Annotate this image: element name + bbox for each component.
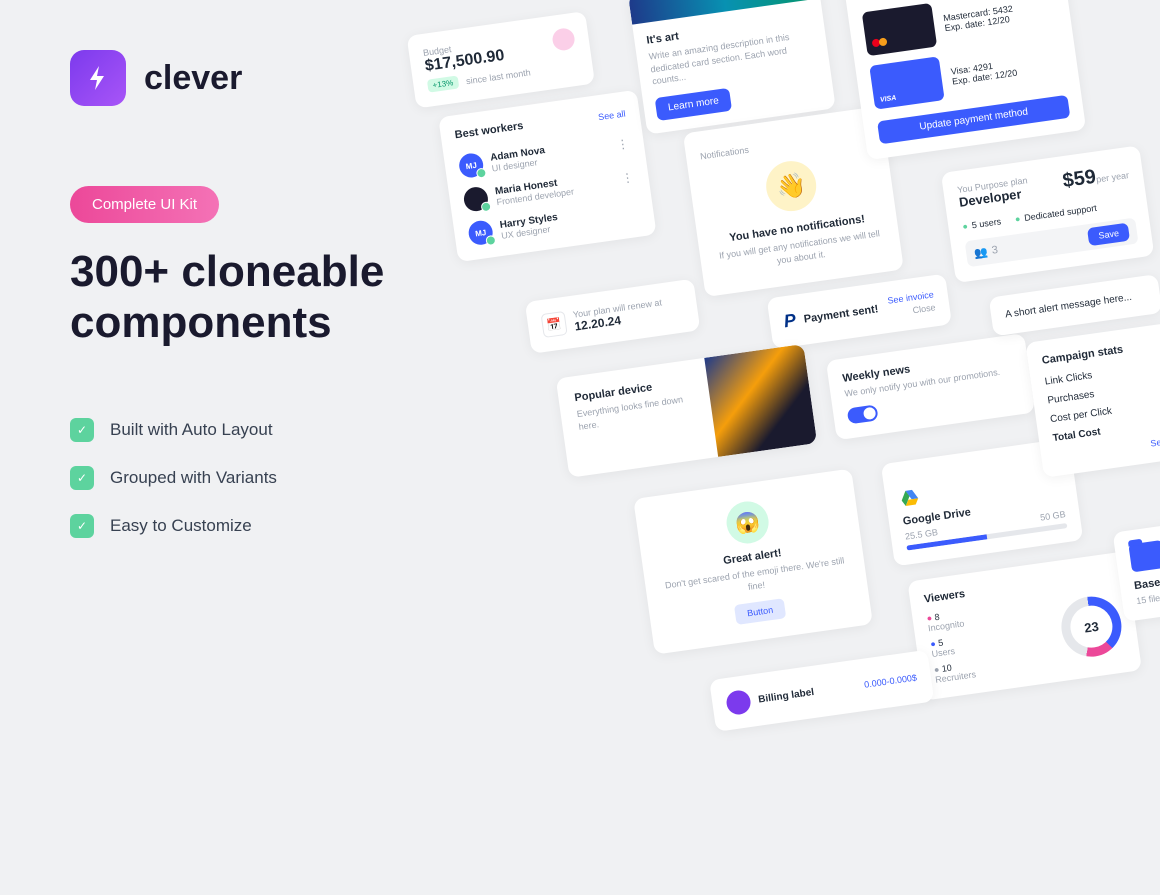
billing-label: Billing label [758,686,815,705]
great-alert-card: 😱 Great alert! Don't get scared of the e… [633,469,873,655]
feature-text: Easy to Customize [110,516,252,536]
plan-feature: 5 users [971,216,1002,230]
alert-button[interactable]: Button [734,598,786,625]
brand-name: clever [144,59,242,98]
check-icon: ✓ [70,418,94,442]
payment-methods-card: Payment methods Edit Mastercard: 5432Exp… [842,0,1086,160]
plan-price: $59 [1061,166,1097,192]
plan-card: You Purpose planDeveloper $59per year ●5… [941,145,1155,283]
feature-item: ✓ Easy to Customize [70,514,470,538]
feature-item: ✓ Grouped with Variants [70,466,470,490]
campaign-card: Campaign stats Link Clicks Purchases Cos… [1025,322,1160,478]
drive-used: 25.5 GB [904,527,938,541]
drive-icon [899,487,922,510]
ring-value: 23 [1068,603,1115,650]
workers-card: Best workers See all MJAdam NovaUI desig… [438,90,656,262]
news-toggle[interactable] [847,404,879,424]
credit-card-icon [862,3,937,56]
viewers-card: Viewers ● 8Incognito ● 5Users ● 10Recrui… [907,551,1142,700]
calendar-icon: 📅 [541,311,568,338]
billing-range: 0.000-0.000$ [864,672,918,689]
payment-sent-title: Payment sent! [803,303,879,325]
paypal-icon: P [783,310,798,332]
budget-period: since last month [465,67,531,86]
bolt-icon [70,50,126,106]
scream-emoji-icon: 😱 [724,499,771,546]
close-link[interactable]: Close [889,302,936,318]
avatar-icon [725,689,752,716]
workers-title: Best workers [454,120,524,141]
billing-card: Billing label 0.000-0.000$ [709,650,934,732]
feature-text: Grouped with Variants [110,468,277,488]
folder-icon [1128,540,1160,572]
ring-chart: 23 [1058,593,1126,661]
learn-more-button[interactable]: Learn more [655,88,733,121]
avatar-icon [462,186,489,213]
alert-text: A short alert message here... [1004,290,1146,321]
see-all-link[interactable]: See all [598,109,627,123]
plan-feature: Dedicated support [1024,203,1098,223]
avatar-icon: MJ [458,152,485,179]
notifications-label: Notifications [699,128,871,162]
drive-total: 50 GB [1040,509,1067,522]
check-icon: ✓ [70,466,94,490]
more-icon[interactable]: ⋮ [616,136,631,152]
budget-change: +13% [427,76,459,93]
payment-sent-card: P Payment sent! See invoice Close [767,274,952,350]
weekly-news-card: Weekly news We only notify you with our … [826,333,1035,440]
credit-card-icon: VISA [869,56,944,109]
check-icon: ✓ [70,514,94,538]
wave-emoji-icon: 👋 [763,158,819,214]
users-icon: 👥 3 [973,244,998,260]
more-icon[interactable]: ⋮ [621,170,636,186]
feature-text: Built with Auto Layout [110,420,273,440]
budget-card[interactable]: Budget $17,500.90 +13% since last month [407,11,595,108]
kit-badge: Complete UI Kit [70,186,219,223]
avatar-icon: MJ [467,219,494,246]
renew-card: 📅 Your plan will renew at12.20.24 [525,279,701,354]
popular-device-card[interactable]: Popular device Everything looks fine dow… [556,344,817,478]
device-image [704,344,817,457]
save-button[interactable]: Save [1087,223,1130,246]
plan-period: per year [1096,170,1130,184]
art-card[interactable]: It's art Write an amazing description in… [628,0,836,134]
